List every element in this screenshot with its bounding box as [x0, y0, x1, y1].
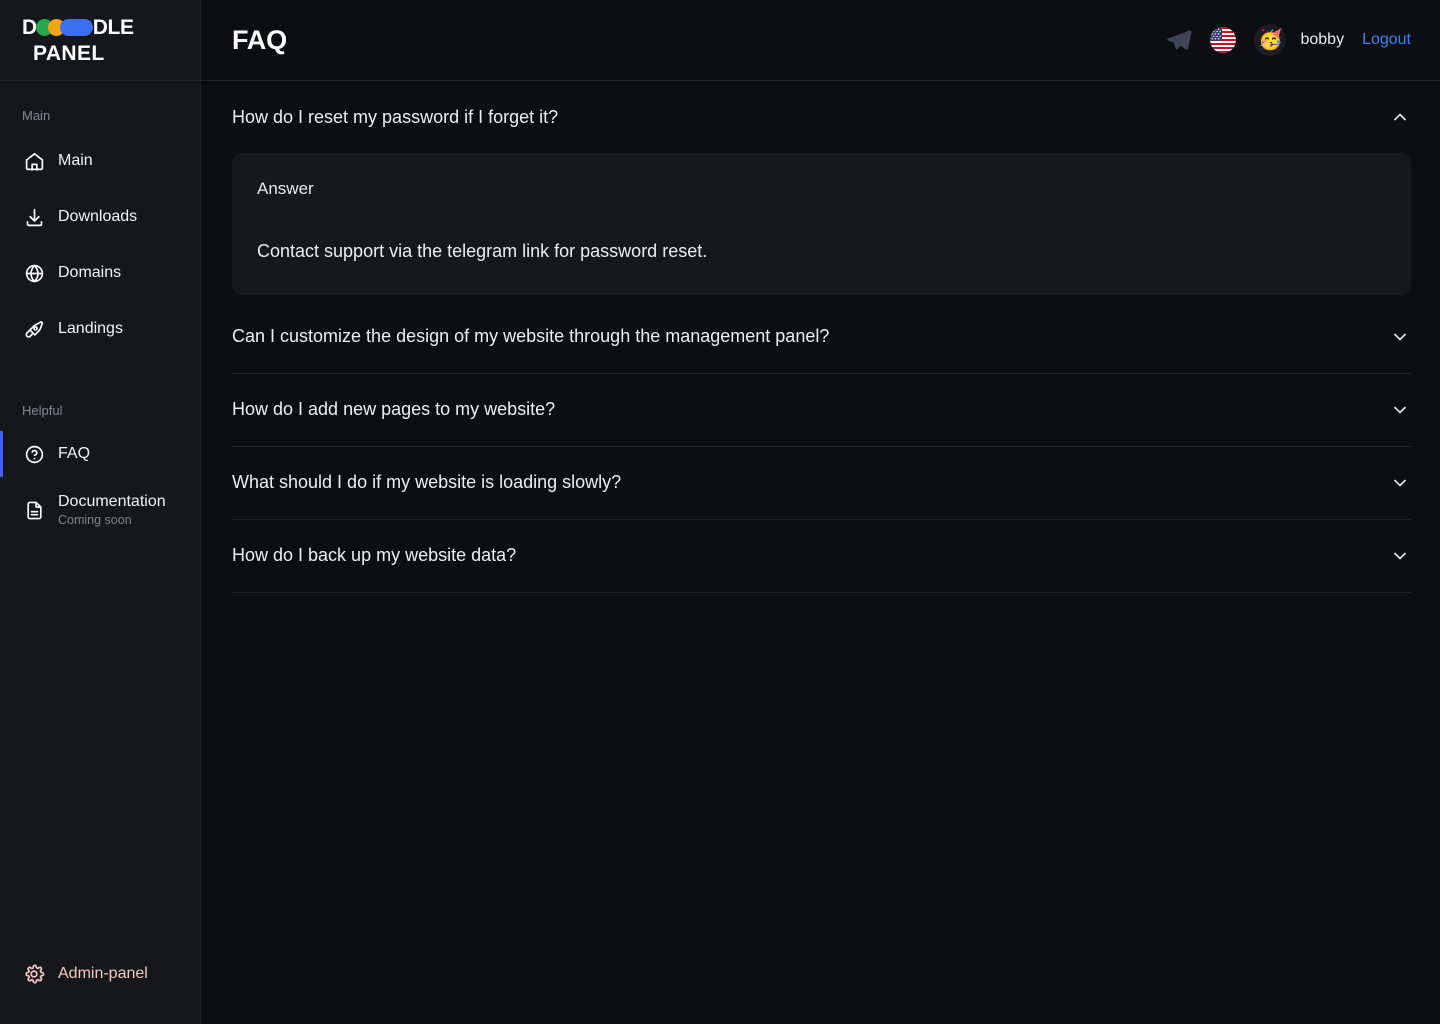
sidebar-item-documentation[interactable]: Documentation Coming soon [0, 483, 200, 537]
sidebar-item-label-faq: FAQ [58, 445, 91, 463]
faq-content: How do I reset my password if I forget i… [201, 81, 1440, 1024]
admin-panel-label: Admin-panel [58, 965, 148, 982]
faq-question-toggle[interactable]: What should I do if my website is loadin… [232, 447, 1411, 519]
faq-question-text: Can I customize the design of my website… [232, 326, 830, 347]
faq-answer-text: Contact support via the telegram link fo… [257, 241, 708, 262]
brand-logo-prefix: D [22, 15, 37, 39]
chevron-down-icon[interactable] [1389, 472, 1411, 494]
sidebar-item-main[interactable]: Main [0, 138, 200, 184]
chevron-down-icon[interactable] [1389, 545, 1411, 567]
sidebar-item-label-documentation: Documentation [58, 493, 166, 511]
us-flag-icon[interactable] [1210, 27, 1237, 53]
faq-item: How do I back up my website data? [232, 520, 1411, 593]
faq-answer-panel: Answer Contact support via the telegram … [232, 153, 1411, 295]
chevron-down-icon[interactable] [1389, 399, 1411, 421]
brand-logo[interactable]: D DLE PANEL [0, 0, 200, 81]
sidebar-item-label-landings: Landings [58, 320, 123, 338]
question-circle-icon [22, 442, 46, 466]
faq-item: How do I reset my password if I forget i… [232, 81, 1411, 295]
main-content: FAQ 🥳 bobby Logout How do I reset my pas… [201, 0, 1440, 1024]
faq-question-text: How do I add new pages to my website? [232, 399, 556, 420]
sidebar-item-landings[interactable]: Landings [0, 306, 200, 352]
admin-panel-link[interactable]: Admin-panel [0, 954, 200, 994]
faq-divider [232, 591, 1411, 593]
faq-question-toggle[interactable]: How do I reset my password if I forget i… [232, 81, 1411, 153]
sidebar-nav-helpful: FAQ Documentation Coming soon [0, 431, 200, 543]
document-icon [22, 498, 46, 522]
faq-question-toggle[interactable]: How do I back up my website data? [232, 520, 1411, 592]
sidebar: D DLE PANEL Main Main Downloads Domains … [0, 0, 201, 1024]
chevron-down-icon[interactable] [1389, 326, 1411, 348]
faq-item: How do I add new pages to my website? [232, 374, 1411, 447]
globe-icon [22, 261, 46, 285]
brand-logo-subtitle: PANEL [33, 42, 105, 65]
faq-question-toggle[interactable]: Can I customize the design of my website… [232, 301, 1411, 373]
faq-question-text: What should I do if my website is loadin… [232, 472, 622, 493]
faq-list: How do I reset my password if I forget i… [232, 81, 1411, 593]
logout-link[interactable]: Logout [1362, 31, 1411, 49]
pen-nib-icon [22, 317, 46, 341]
avatar[interactable]: 🥳 [1254, 24, 1287, 56]
faq-question-toggle[interactable]: How do I add new pages to my website? [232, 374, 1411, 446]
faq-question-text: How do I reset my password if I forget i… [232, 106, 559, 127]
gear-icon [22, 962, 46, 986]
telegram-icon[interactable] [1166, 27, 1193, 53]
sidebar-footer: Admin-panel [0, 954, 200, 1024]
logo-blue-pill-icon [59, 18, 93, 36]
sidebar-item-downloads[interactable]: Downloads [0, 194, 200, 240]
app-root: D DLE PANEL Main Main Downloads Domains … [0, 0, 1440, 1024]
sidebar-item-domains[interactable]: Domains [0, 250, 200, 296]
sidebar-item-label-domains: Domains [58, 264, 122, 282]
sidebar-item-documentation-text: Documentation Coming soon [58, 492, 166, 527]
sidebar-item-sublabel-documentation: Coming soon [58, 512, 132, 527]
download-icon [22, 205, 46, 229]
sidebar-item-faq[interactable]: FAQ [0, 431, 200, 477]
brand-logo-suffix: DLE [92, 15, 134, 39]
faq-answer-label: Answer [257, 179, 314, 198]
chevron-up-icon[interactable] [1389, 106, 1411, 128]
sidebar-item-label-downloads: Downloads [58, 208, 138, 226]
faq-question-text: How do I back up my website data? [232, 545, 517, 566]
faq-item: Can I customize the design of my website… [232, 301, 1411, 374]
brand-logo-row-top: D DLE [22, 16, 200, 38]
topbar: FAQ 🥳 bobby Logout [201, 0, 1440, 81]
sidebar-section-label-main: Main [22, 108, 51, 123]
faq-item: What should I do if my website is loadin… [232, 447, 1411, 520]
sidebar-nav-main: Main Downloads Domains Landings [0, 138, 200, 362]
sidebar-section-label-helpful: Helpful [22, 403, 63, 418]
username-label: bobby [1300, 31, 1345, 48]
topbar-actions: 🥳 bobby Logout [1166, 24, 1411, 56]
home-icon [22, 149, 46, 173]
sidebar-item-label-main: Main [58, 152, 93, 170]
page-title: FAQ [232, 24, 287, 55]
